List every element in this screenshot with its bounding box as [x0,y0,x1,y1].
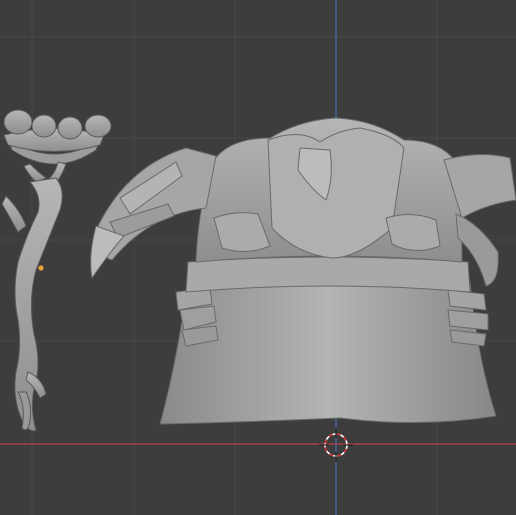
viewport-canvas[interactable] [0,0,516,515]
3d-viewport[interactable] [0,0,516,515]
armor-sculpt[interactable] [90,117,516,425]
staff-origin [38,265,44,271]
